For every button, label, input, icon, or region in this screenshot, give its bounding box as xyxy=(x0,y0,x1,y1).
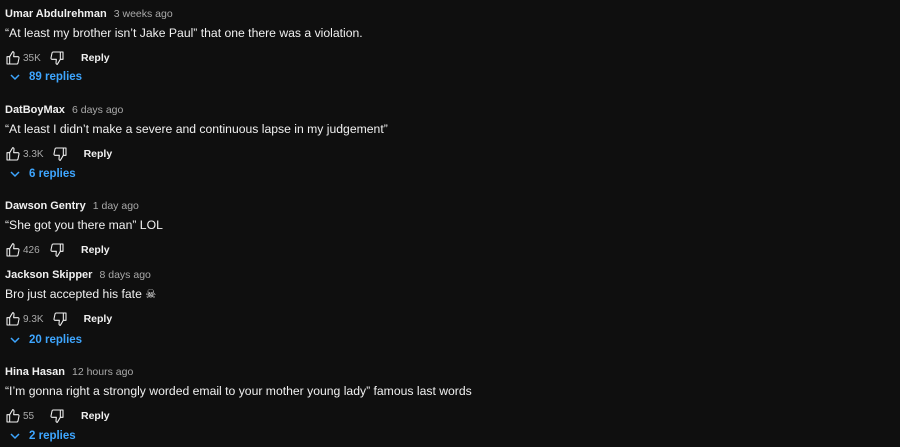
comment-actions: 55 Reply xyxy=(5,405,885,427)
comment-header: Jackson Skipper 8 days ago xyxy=(5,267,885,283)
dislike-button[interactable] xyxy=(52,311,68,327)
like-count: 35K xyxy=(23,52,41,64)
dislike-button[interactable] xyxy=(49,242,65,258)
comment-item: Jackson Skipper 8 days ago Bro just acce… xyxy=(5,267,885,330)
comment-timestamp[interactable]: 8 days ago xyxy=(100,269,151,281)
reply-button[interactable]: Reply xyxy=(84,148,113,160)
thumbs-up-icon xyxy=(6,312,20,326)
chevron-down-icon xyxy=(9,334,21,346)
thumbs-up-icon xyxy=(6,409,20,423)
comments-section: Umar Abdulrehman 3 weeks ago “At least m… xyxy=(0,0,900,447)
comment-item: DatBoyMax 6 days ago “At least I didn’t … xyxy=(5,102,885,165)
replies-count-label: 6 replies xyxy=(29,168,76,180)
dislike-button[interactable] xyxy=(49,408,65,424)
chevron-down-icon xyxy=(9,168,21,180)
comment-item: Umar Abdulrehman 3 weeks ago “At least m… xyxy=(5,6,885,69)
thumbs-up-icon xyxy=(6,147,20,161)
comment-text: “She got you there man” LOL xyxy=(5,218,163,232)
replies-count-label: 20 replies xyxy=(29,334,83,346)
comment-author[interactable]: Hina Hasan xyxy=(5,366,65,378)
view-replies-button[interactable]: 89 replies xyxy=(9,68,82,86)
like-button[interactable] xyxy=(5,50,21,66)
chevron-down-icon xyxy=(9,430,21,442)
replies-count-label: 2 replies xyxy=(29,430,76,442)
thumbs-up-icon xyxy=(6,51,20,65)
thumbs-down-icon xyxy=(50,409,64,423)
thumbs-up-icon xyxy=(6,243,20,257)
comment-header: Umar Abdulrehman 3 weeks ago xyxy=(5,6,885,22)
like-count: 9.3K xyxy=(23,313,44,325)
comment-text: “I’m gonna right a strongly worded email… xyxy=(5,384,472,398)
comment-actions: 35K Reply xyxy=(5,47,885,69)
reply-button[interactable]: Reply xyxy=(81,244,110,256)
dislike-button[interactable] xyxy=(52,146,68,162)
reply-button[interactable]: Reply xyxy=(84,313,113,325)
like-button[interactable] xyxy=(5,146,21,162)
comment-text: “At least my brother isn’t Jake Paul” th… xyxy=(5,26,363,40)
reply-button[interactable]: Reply xyxy=(81,410,110,422)
comment-header: Hina Hasan 12 hours ago xyxy=(5,364,885,380)
view-replies-button[interactable]: 20 replies xyxy=(9,331,82,349)
like-count: 3.3K xyxy=(23,148,44,160)
comment-actions: 3.3K Reply xyxy=(5,143,885,165)
comment-author[interactable]: Dawson Gentry xyxy=(5,200,86,212)
comment-actions: 426 Reply xyxy=(5,239,885,261)
comment-timestamp[interactable]: 3 weeks ago xyxy=(114,8,173,20)
comment-author[interactable]: Jackson Skipper xyxy=(5,269,92,281)
comment-text: “At least I didn’t make a severe and con… xyxy=(5,122,388,136)
comment-header: DatBoyMax 6 days ago xyxy=(5,102,885,118)
comment-author[interactable]: DatBoyMax xyxy=(5,104,65,116)
comment-text: Bro just accepted his fate ☠ xyxy=(5,287,157,301)
like-button[interactable] xyxy=(5,311,21,327)
comment-actions: 9.3K Reply xyxy=(5,308,885,330)
comment-item: Hina Hasan 12 hours ago “I’m gonna right… xyxy=(5,364,885,427)
comment-timestamp[interactable]: 6 days ago xyxy=(72,104,123,116)
dislike-button[interactable] xyxy=(49,50,65,66)
comment-timestamp[interactable]: 12 hours ago xyxy=(72,366,133,378)
thumbs-down-icon xyxy=(53,147,67,161)
view-replies-button[interactable]: 2 replies xyxy=(9,427,76,445)
like-count: 426 xyxy=(23,244,40,256)
comment-header: Dawson Gentry 1 day ago xyxy=(5,198,885,214)
thumbs-down-icon xyxy=(50,243,64,257)
reply-button[interactable]: Reply xyxy=(81,52,110,64)
view-replies-button[interactable]: 6 replies xyxy=(9,165,76,183)
like-button[interactable] xyxy=(5,408,21,424)
comment-item: Dawson Gentry 1 day ago “She got you the… xyxy=(5,198,885,261)
comment-author[interactable]: Umar Abdulrehman xyxy=(5,8,107,20)
like-button[interactable] xyxy=(5,242,21,258)
like-count: 55 xyxy=(23,410,35,422)
replies-count-label: 89 replies xyxy=(29,71,83,83)
chevron-down-icon xyxy=(9,71,21,83)
thumbs-down-icon xyxy=(50,51,64,65)
thumbs-down-icon xyxy=(53,312,67,326)
comment-timestamp[interactable]: 1 day ago xyxy=(93,200,139,212)
